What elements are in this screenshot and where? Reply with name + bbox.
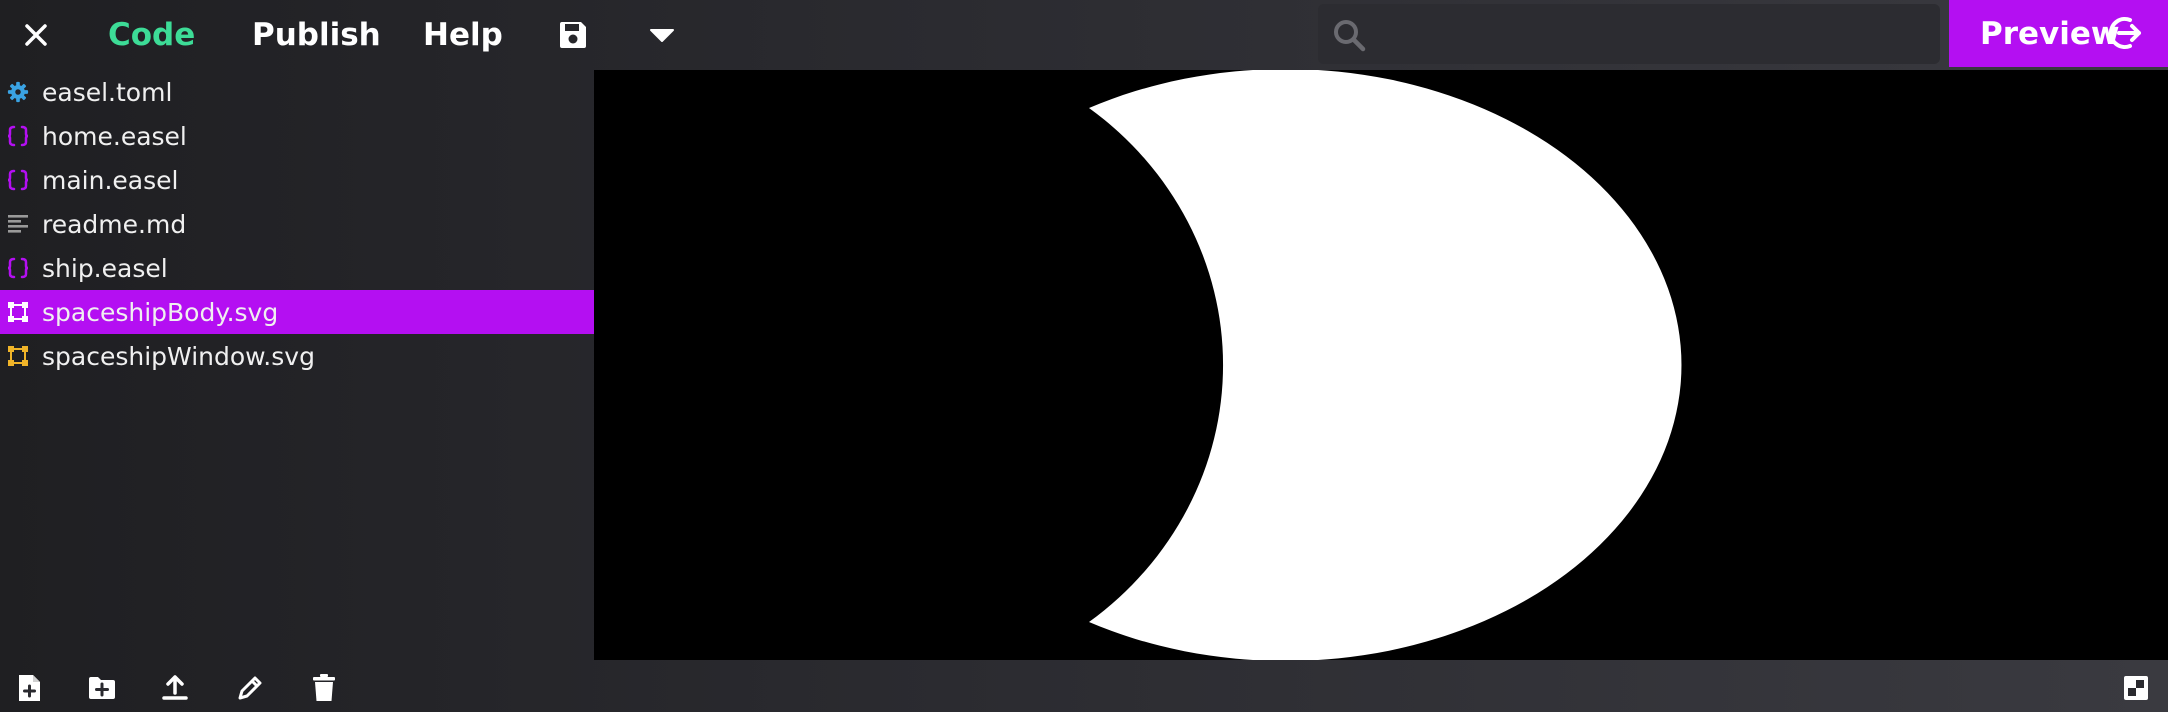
file-name: readme.md <box>42 209 187 239</box>
text-lines-icon <box>6 212 30 236</box>
trash-icon <box>313 674 335 701</box>
file-name: ship.easel <box>42 253 168 283</box>
caret-down-icon <box>650 29 674 42</box>
floppy-disk-icon <box>560 22 586 48</box>
preview-label: Preview <box>1980 15 2120 52</box>
tab-help[interactable]: Help <box>423 10 503 60</box>
file-name: home.easel <box>42 121 187 151</box>
file-item-spaceshipbody-svg[interactable]: spaceshipBody.svg <box>0 290 594 334</box>
file-item-easel-toml[interactable]: easel.toml <box>0 70 594 114</box>
rename-button[interactable] <box>232 670 268 706</box>
vector-shape-icon <box>6 344 30 368</box>
close-icon <box>25 24 47 46</box>
file-item-ship-easel[interactable]: ship.easel <box>0 246 594 290</box>
upload-button[interactable] <box>157 670 193 706</box>
new-folder-button[interactable] <box>84 670 120 706</box>
tab-code[interactable]: Code <box>108 10 195 60</box>
file-item-readme-md[interactable]: readme.md <box>0 202 594 246</box>
checkerboard-icon <box>2124 676 2148 700</box>
delete-button[interactable] <box>306 670 342 706</box>
save-button[interactable] <box>549 12 597 58</box>
upload-icon <box>162 675 188 700</box>
gear-icon <box>6 80 30 104</box>
background-toggle-button[interactable] <box>2118 670 2154 706</box>
search-input[interactable] <box>1378 4 1932 66</box>
bottom-toolbar <box>0 660 2168 712</box>
file-name: spaceshipWindow.svg <box>42 341 315 371</box>
exit-arrow-icon <box>2108 17 2141 49</box>
vector-shape-icon <box>6 300 30 324</box>
code-braces-icon <box>6 256 30 280</box>
tab-publish[interactable]: Publish <box>252 10 381 60</box>
new-file-icon <box>19 675 40 701</box>
file-name: main.easel <box>42 165 179 195</box>
file-name: easel.toml <box>42 77 173 107</box>
code-braces-icon <box>6 124 30 148</box>
pencil-icon <box>238 676 262 700</box>
close-button[interactable] <box>14 14 58 56</box>
new-folder-icon <box>89 677 115 699</box>
file-explorer: easel.toml home.easel main.easel readme.… <box>0 70 594 660</box>
file-item-main-easel[interactable]: main.easel <box>0 158 594 202</box>
file-item-home-easel[interactable]: home.easel <box>0 114 594 158</box>
dropdown-button[interactable] <box>638 12 686 58</box>
spaceship-body-shape <box>1089 70 1682 660</box>
top-bar: Code Publish Help Preview <box>0 0 2168 70</box>
file-item-spaceshipwindow-svg[interactable]: spaceshipWindow.svg <box>0 334 594 378</box>
file-name: spaceshipBody.svg <box>42 297 279 327</box>
search-icon <box>1334 20 1366 52</box>
code-braces-icon <box>6 168 30 192</box>
search-box <box>1318 4 1940 66</box>
svg-preview-canvas[interactable] <box>594 70 2168 660</box>
new-file-button[interactable] <box>11 670 47 706</box>
